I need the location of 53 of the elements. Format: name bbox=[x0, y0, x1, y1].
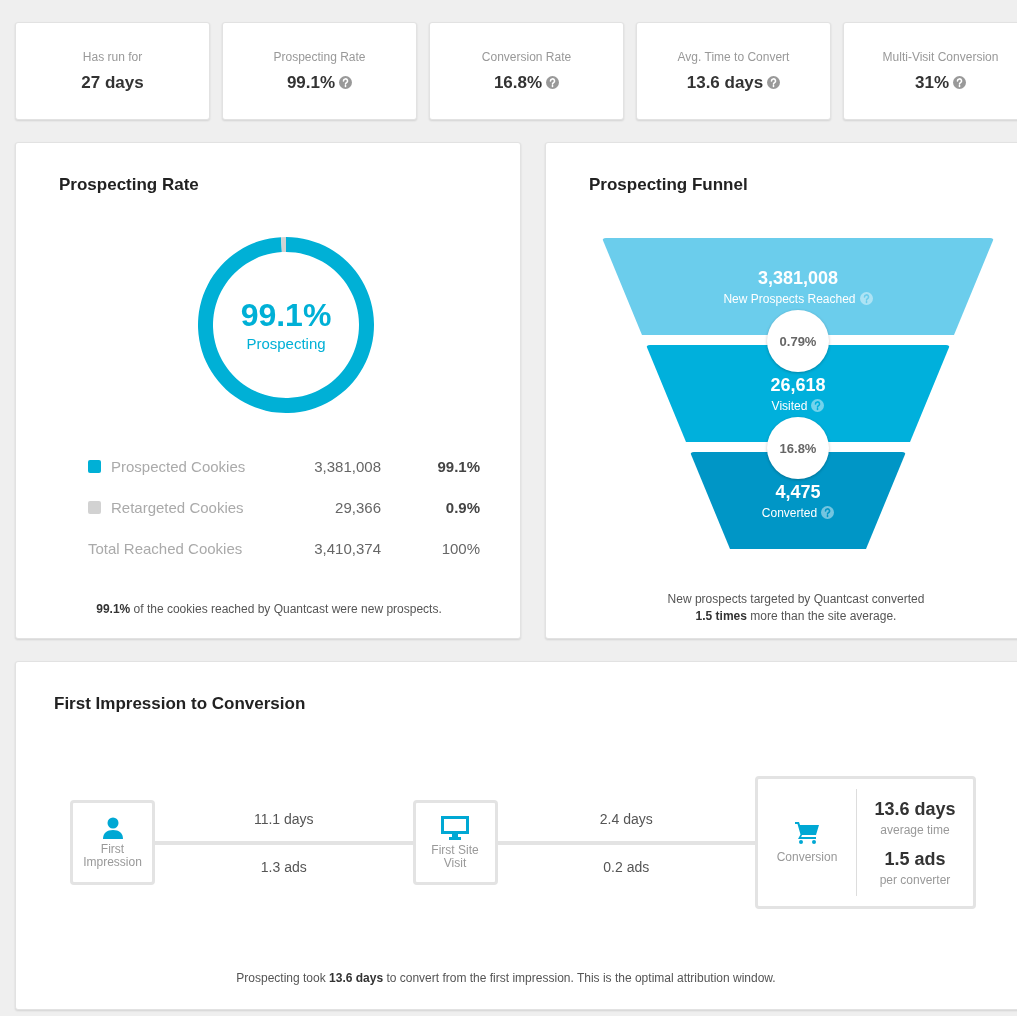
stat-label: Avg. Time to Convert bbox=[677, 49, 790, 64]
step-label: First Site Visit bbox=[430, 843, 480, 870]
card-title: Prospecting Rate bbox=[59, 175, 200, 195]
legend-label: Prospected Cookies bbox=[111, 458, 246, 475]
legend-share: 0.9% bbox=[444, 499, 480, 516]
stat-value: 31% bbox=[915, 72, 949, 93]
stat-value: 13.6 days bbox=[686, 72, 764, 93]
segment-ads: 0.2 ads bbox=[603, 858, 650, 875]
segment-time: 2.4 days bbox=[599, 810, 653, 827]
stat-label: Prospecting Rate bbox=[273, 49, 366, 64]
help-icon[interactable] bbox=[339, 76, 353, 89]
card-title: First Impression to Conversion bbox=[54, 694, 307, 714]
stage-label: Visited bbox=[771, 398, 808, 413]
card-title: Prospecting Funnel bbox=[589, 175, 749, 195]
donut-label: Prospecting bbox=[246, 334, 326, 352]
stat-value: 27 days bbox=[81, 72, 144, 93]
stage-value: 26,618 bbox=[770, 374, 826, 396]
stat-label: Multi-Visit Conversion bbox=[882, 49, 999, 64]
result-caption: per converter bbox=[879, 872, 951, 887]
legend-count: 3,410,374 bbox=[313, 540, 381, 557]
stage-label: Converted bbox=[761, 505, 818, 520]
stage-label: New Prospects Reached bbox=[723, 291, 856, 306]
legend-count: 29,366 bbox=[334, 499, 381, 516]
result-time: 13.6 days bbox=[874, 798, 956, 820]
stage-value: 4,475 bbox=[775, 481, 821, 503]
help-icon[interactable] bbox=[821, 506, 835, 519]
help-icon[interactable] bbox=[546, 76, 560, 89]
stat-label: Conversion Rate bbox=[481, 49, 572, 64]
result-ads: 1.5 ads bbox=[884, 848, 946, 870]
card-note: 99.1% of the cookies reached by Quantcast were new prospects. bbox=[95, 601, 443, 618]
step-label: Conversion bbox=[776, 849, 838, 864]
legend-label: Total Reached Cookies bbox=[88, 540, 243, 557]
step-label: First Impression bbox=[82, 842, 143, 869]
card-note: New prospects targeted by Quantcast converted 1.5 times more than the site average. bbox=[666, 591, 926, 625]
legend-share: 100% bbox=[440, 540, 480, 557]
stat-label: Has run for bbox=[82, 49, 143, 64]
legend-count: 3,381,008 bbox=[313, 458, 381, 475]
cart-icon bbox=[795, 821, 819, 844]
monitor-icon bbox=[441, 815, 469, 840]
card-note: Prospecting took 13.6 days to convert from the first impression. This is the optimal attribution window. bbox=[235, 970, 777, 987]
legend-share: 99.1% bbox=[436, 458, 480, 475]
stage-value: 3,381,008 bbox=[757, 267, 839, 289]
segment-ads: 1.3 ads bbox=[260, 858, 307, 875]
person-icon bbox=[102, 816, 123, 839]
help-icon[interactable] bbox=[811, 399, 825, 412]
stat-value: 16.8% bbox=[493, 72, 543, 93]
segment-time: 11.1 days bbox=[253, 810, 314, 827]
result-caption: average time bbox=[880, 822, 950, 837]
donut-value: 99.1% bbox=[240, 298, 332, 331]
help-icon[interactable] bbox=[953, 76, 966, 89]
help-icon[interactable] bbox=[767, 76, 781, 89]
stat-value: 99.1% bbox=[286, 72, 336, 93]
legend-label: Retargeted Cookies bbox=[111, 499, 244, 516]
